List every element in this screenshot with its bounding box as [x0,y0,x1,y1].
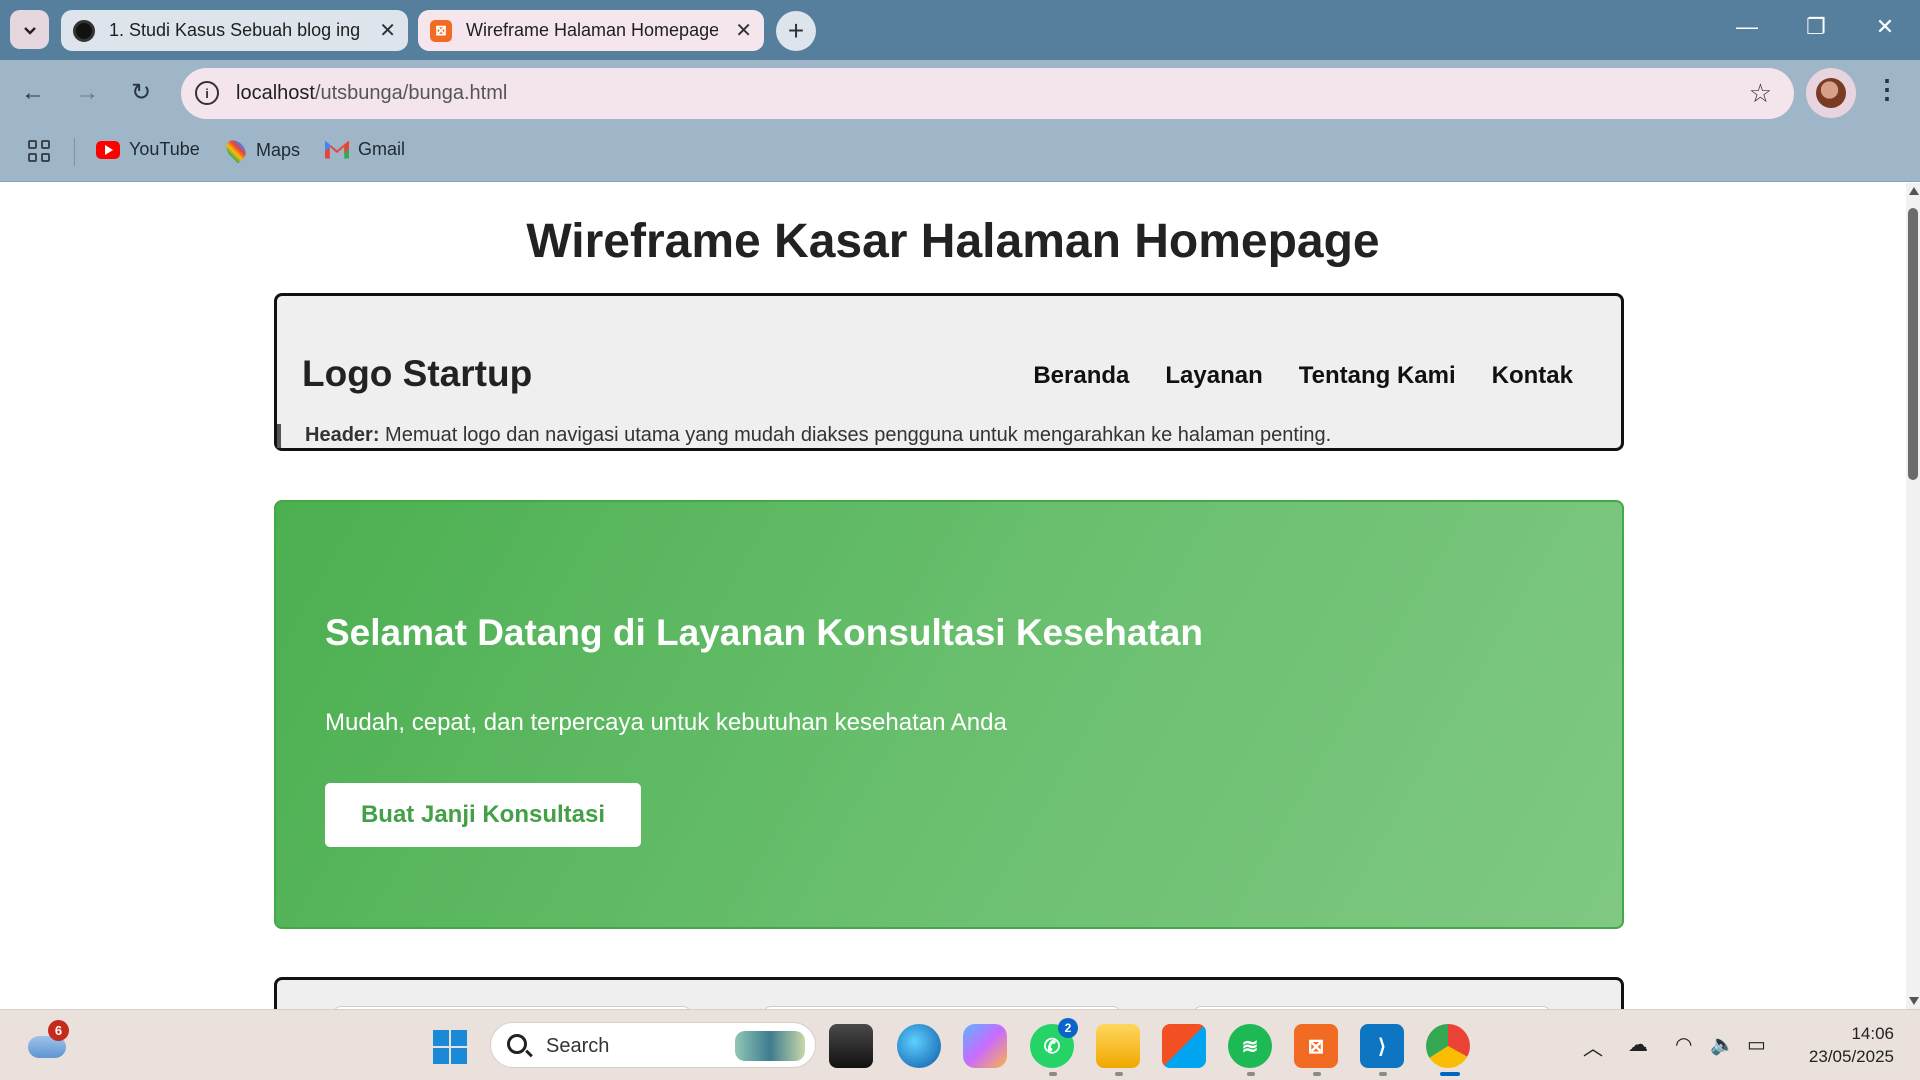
bookmark-gmail[interactable]: Gmail [325,139,405,160]
tab-search-button[interactable] [10,10,49,49]
scroll-down-arrow-icon[interactable] [1909,997,1919,1005]
address-bar[interactable]: i localhost/utsbunga/bunga.html ☆ [181,68,1794,119]
running-indicator [1115,1072,1123,1076]
volume-icon[interactable]: 🔈 [1710,1032,1735,1057]
main-navigation: Beranda Layanan Tentang Kami Kontak [1033,362,1573,390]
startup-logo[interactable]: Logo Startup [302,353,532,395]
site-favicon-icon [73,19,95,42]
bookmark-youtube[interactable]: YouTube [96,139,200,160]
search-placeholder: Search [546,1035,610,1057]
bookmarks-divider [74,138,75,166]
tab-title: Wireframe Halaman Homepage [466,20,718,40]
bookmark-label: Gmail [358,139,406,159]
note-label: Header: [305,424,380,446]
show-hidden-icons-chevron-icon[interactable]: ︿ [1583,1032,1603,1061]
scroll-up-arrow-icon[interactable] [1909,187,1919,195]
youtube-icon [96,140,120,159]
weather-badge: 6 [48,1020,69,1041]
new-tab-button[interactable]: + [776,11,816,51]
close-icon[interactable]: ✕ [735,21,752,41]
edge-icon[interactable] [897,1024,941,1068]
hero-section: Selamat Datang di Layanan Konsultasi Kes… [274,500,1624,929]
copilot-icon[interactable] [963,1024,1007,1068]
minimize-icon[interactable]: — [1732,14,1762,40]
active-indicator [1440,1072,1460,1076]
running-indicator [1379,1072,1387,1076]
nav-link-tentang-kami[interactable]: Tentang Kami [1299,362,1456,390]
avatar-image [1816,78,1846,108]
apps-grid-icon[interactable] [28,140,50,162]
book-consultation-button[interactable]: Buat Janji Konsultasi [325,783,641,847]
site-info-icon[interactable]: i [195,81,219,105]
onedrive-cloud-icon[interactable]: ☁ [1628,1032,1648,1057]
reload-icon[interactable]: ↻ [126,78,156,108]
taskbar-search[interactable]: Search [490,1022,816,1068]
tab-title: 1. Studi Kasus Sebuah blog ingi [109,20,361,40]
running-indicator [1313,1072,1321,1076]
store-icon[interactable] [1162,1024,1206,1068]
more-options-icon[interactable]: ⋮ [1874,74,1900,105]
xampp-icon[interactable]: ⊠ [1294,1024,1338,1068]
chevron-down-icon [23,26,36,35]
maps-pin-icon [222,136,250,164]
page-scrollbar[interactable] [1906,183,1920,1009]
hero-subtitle: Mudah, cepat, dan terpercaya untuk kebut… [325,709,1007,736]
bookmark-label: Maps [256,139,301,160]
tab-bar: 1. Studi Kasus Sebuah blog ingi ✕ ⊠ Wire… [0,0,1920,60]
battery-icon[interactable]: ▭ [1747,1032,1766,1057]
bookmark-label: YouTube [129,139,200,159]
clock-time: 14:06 [1851,1024,1894,1043]
search-highlight-image [735,1031,805,1061]
url-text[interactable]: localhost/utsbunga/bunga.html [236,82,507,105]
file-explorer-icon[interactable] [829,1024,873,1068]
wifi-icon[interactable]: ◠ [1675,1032,1692,1057]
bookmark-maps[interactable]: Maps [222,136,301,164]
profile-avatar[interactable] [1806,68,1856,118]
windows-taskbar: 6 Search ✆ 2 ≋ ⊠ ⟩ ︿ ☁ ◠ 🔈 ▭ 14:06 23/05… [0,1009,1920,1080]
forward-arrow-icon[interactable]: → [72,78,102,108]
search-icon [507,1034,527,1054]
tab-wireframe[interactable]: ⊠ Wireframe Halaman Homepage ✕ [418,10,764,51]
back-arrow-icon[interactable]: ← [18,78,48,108]
tab-studi-kasus[interactable]: 1. Studi Kasus Sebuah blog ingi ✕ [61,10,408,51]
system-clock[interactable]: 14:06 23/05/2025 [1798,1022,1894,1068]
page-viewport: Wireframe Kasar Halaman Homepage Logo St… [0,183,1906,1009]
gmail-icon [325,140,349,159]
running-indicator [1247,1072,1255,1076]
bookmark-star-icon[interactable]: ☆ [1749,78,1772,109]
nav-link-layanan[interactable]: Layanan [1165,362,1262,390]
close-window-icon[interactable]: ✕ [1870,14,1900,40]
close-icon[interactable]: ✕ [379,21,396,41]
site-header-section: Logo Startup Beranda Layanan Tentang Kam… [274,293,1624,451]
browser-toolbar: ← → ↻ i localhost/utsbunga/bunga.html ☆ … [0,60,1920,124]
folder-icon[interactable] [1096,1024,1140,1068]
clock-date: 23/05/2025 [1808,1047,1894,1066]
note-text: Memuat logo dan navigasi utama yang muda… [379,424,1332,446]
running-indicator [1049,1072,1057,1076]
features-section [274,977,1624,1009]
nav-link-kontak[interactable]: Kontak [1492,362,1573,390]
chrome-icon[interactable] [1426,1024,1470,1068]
vscode-icon[interactable]: ⟩ [1360,1024,1404,1068]
header-description-note: Header: Memuat logo dan navigasi utama y… [277,424,1331,448]
windows-start-icon[interactable] [433,1030,467,1064]
nav-link-beranda[interactable]: Beranda [1033,362,1129,390]
xampp-favicon-icon: ⊠ [430,19,452,42]
page-title: Wireframe Kasar Halaman Homepage [526,215,1380,268]
restore-icon[interactable]: ❐ [1801,14,1831,40]
bookmarks-bar: YouTube Maps Gmail [0,124,1920,182]
spotify-icon[interactable]: ≋ [1228,1024,1272,1068]
scroll-thumb[interactable] [1908,208,1918,480]
hero-title: Selamat Datang di Layanan Konsultasi Kes… [325,612,1203,653]
whatsapp-badge: 2 [1058,1018,1078,1038]
